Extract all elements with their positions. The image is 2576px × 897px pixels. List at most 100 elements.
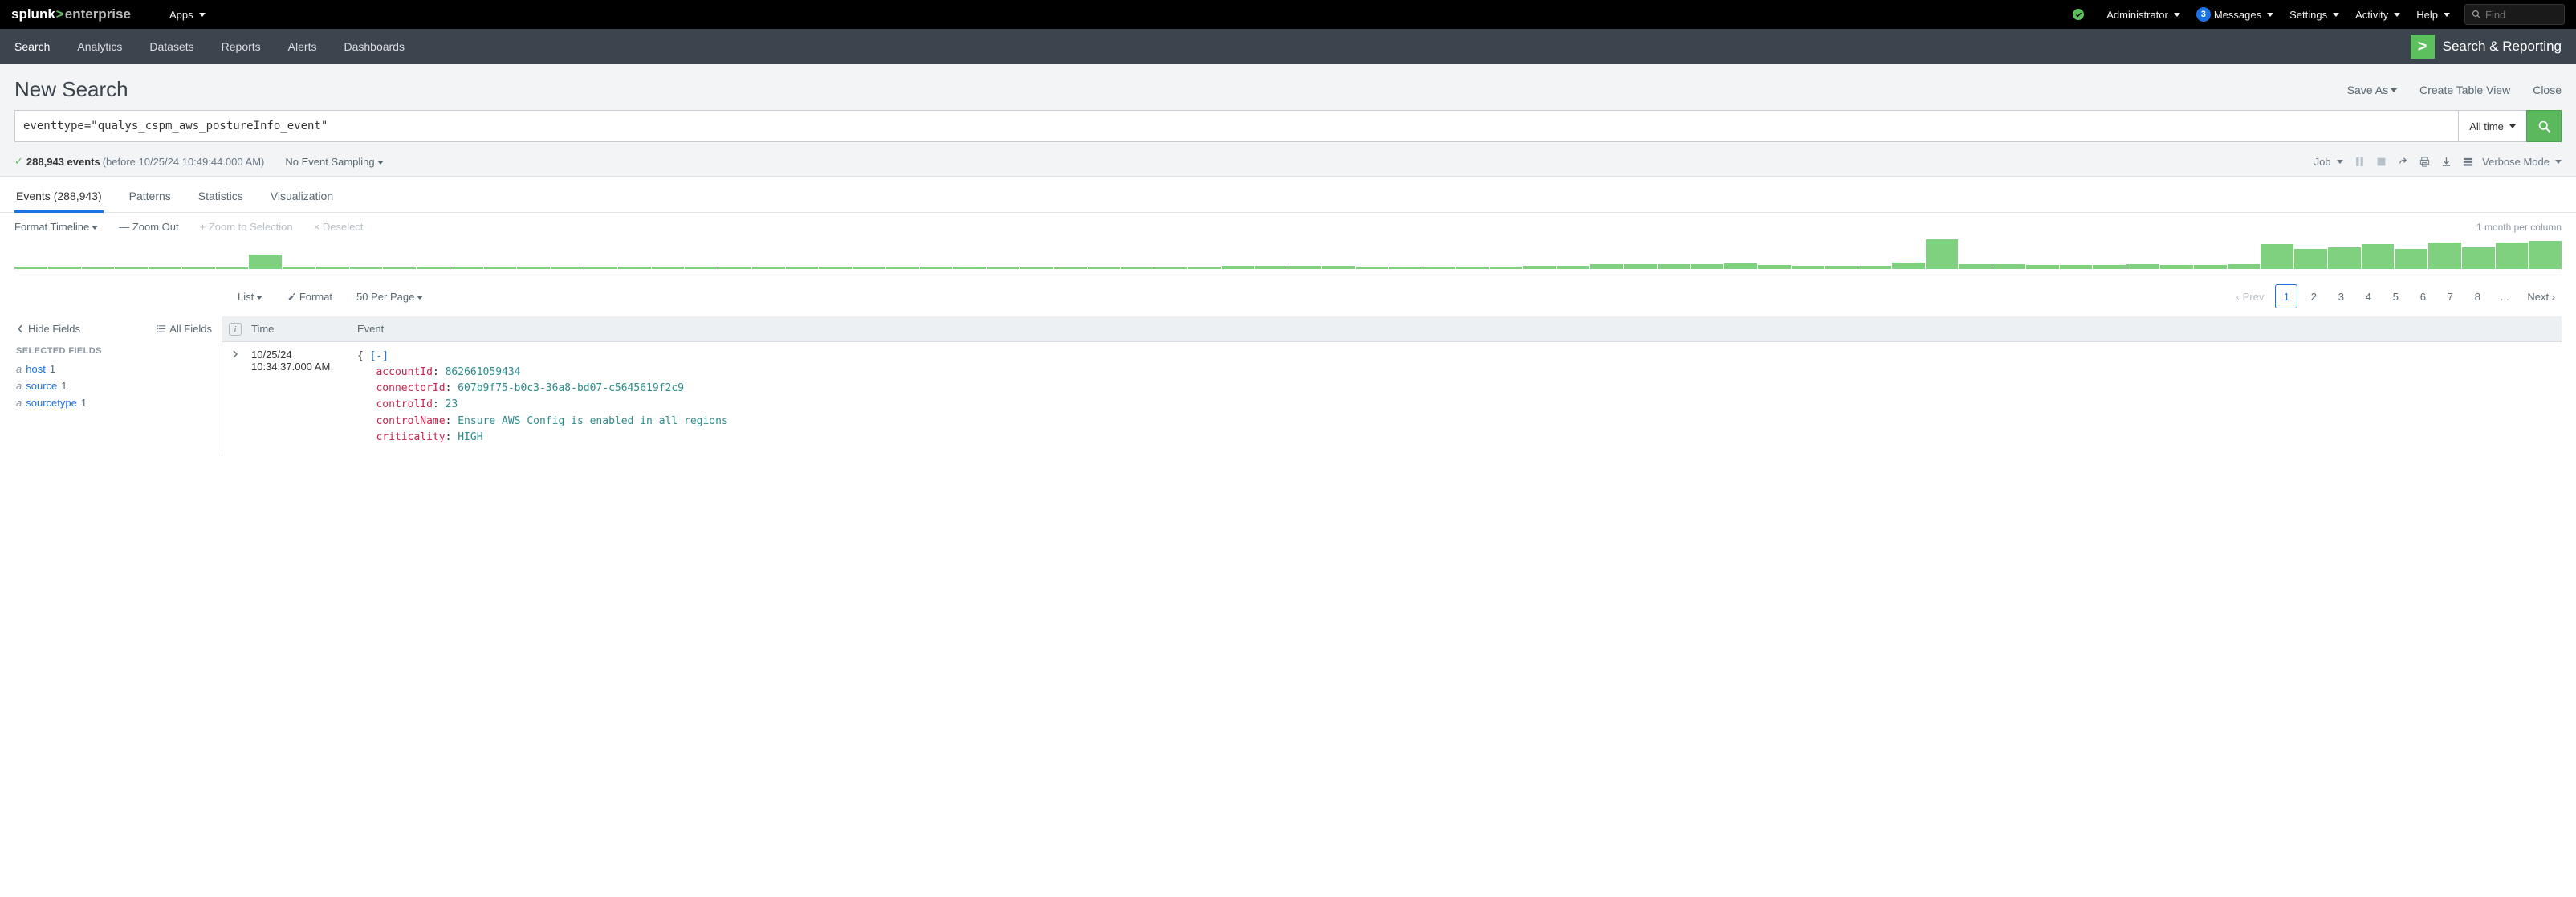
timeline-bar[interactable] (216, 267, 249, 269)
timeline-bar[interactable] (2328, 247, 2361, 269)
timeline-bar[interactable] (1255, 266, 1288, 269)
timeline-bar[interactable] (2428, 243, 2461, 269)
search-mode-menu[interactable]: Verbose Mode (2463, 156, 2562, 168)
timeline-bar[interactable] (1020, 267, 1053, 269)
timeline-bar[interactable] (48, 267, 81, 269)
format-events-button[interactable]: Format (287, 291, 332, 303)
search-query-input[interactable] (14, 110, 2458, 142)
job-menu[interactable]: Job (2314, 156, 2343, 168)
timeline-bar[interactable] (1356, 267, 1389, 269)
timeline-bar[interactable] (1758, 265, 1791, 269)
timeline-bar[interactable] (1992, 264, 2025, 269)
page-button[interactable]: 8 (2466, 284, 2489, 308)
create-table-view[interactable]: Create Table View (2419, 84, 2510, 96)
timeline-bar[interactable] (819, 267, 852, 269)
settings-menu[interactable]: Settings (2289, 9, 2339, 21)
nav-dashboards[interactable]: Dashboards (344, 40, 405, 53)
timeline-bar[interactable] (14, 267, 47, 269)
timeline-bar[interactable] (1222, 266, 1255, 269)
activity-menu[interactable]: Activity (2355, 9, 2400, 21)
timeline-bar[interactable] (115, 267, 148, 269)
timeline-bar[interactable] (2462, 247, 2495, 269)
timeline-bar[interactable] (2026, 265, 2059, 269)
global-find[interactable] (2464, 4, 2565, 25)
save-as-menu[interactable]: Save As (2347, 84, 2397, 96)
timeline-bar[interactable] (283, 267, 315, 269)
timeline-bar[interactable] (953, 267, 986, 269)
page-button[interactable]: 7 (2439, 284, 2461, 308)
event-timeline-chart[interactable] (14, 238, 2562, 271)
timeline-bar[interactable] (886, 267, 919, 269)
timeline-bar[interactable] (1892, 263, 1925, 269)
page-button[interactable]: 3 (2330, 284, 2352, 308)
timeline-bar[interactable] (1691, 264, 1723, 269)
timeline-bar[interactable] (1658, 264, 1691, 269)
timeline-bar[interactable] (484, 267, 517, 269)
timeline-bar[interactable] (2228, 264, 2261, 269)
expand-event-toggle[interactable] (222, 349, 248, 446)
nav-analytics[interactable]: Analytics (77, 40, 122, 53)
page-button[interactable]: 5 (2384, 284, 2407, 308)
tab-patterns[interactable]: Patterns (128, 185, 173, 212)
export-icon[interactable] (2441, 157, 2452, 167)
timeline-bar[interactable] (1154, 267, 1187, 269)
timeline-bar[interactable] (249, 255, 282, 269)
timeline-bar[interactable] (149, 267, 181, 269)
timeline-bar[interactable] (652, 267, 685, 269)
close-search[interactable]: Close (2533, 84, 2562, 96)
tab-visualization[interactable]: Visualization (269, 185, 335, 212)
timeline-bar[interactable] (2261, 244, 2293, 269)
help-menu[interactable]: Help (2416, 9, 2450, 21)
nav-reports[interactable]: Reports (222, 40, 261, 53)
timeline-bar[interactable] (2294, 249, 2327, 269)
timeline-bar[interactable] (1322, 266, 1355, 269)
timeline-bar[interactable] (350, 267, 383, 269)
field-row[interactable]: ahost1 (16, 361, 212, 377)
timeline-bar[interactable] (2160, 265, 2193, 269)
timeline-bar[interactable] (517, 267, 550, 269)
timeline-bar[interactable] (1959, 264, 1992, 269)
info-icon[interactable]: i (229, 323, 242, 336)
timeline-bar[interactable] (2093, 265, 2126, 269)
timeline-bar[interactable] (1825, 266, 1858, 269)
health-status-icon[interactable] (2073, 9, 2084, 20)
timeline-bar[interactable] (383, 267, 416, 269)
timeline-bar[interactable] (1422, 267, 1455, 269)
search-submit-button[interactable] (2526, 110, 2562, 142)
timeline-bar[interactable] (584, 267, 617, 269)
apps-menu[interactable]: Apps (169, 9, 206, 21)
field-name[interactable]: host (26, 363, 46, 375)
field-row[interactable]: asourcetype1 (16, 394, 212, 411)
timeline-bar[interactable] (1389, 267, 1422, 269)
timeline-bar[interactable] (987, 267, 1019, 269)
timeline-bar[interactable] (2060, 265, 2093, 269)
page-button[interactable]: 6 (2411, 284, 2434, 308)
timeline-bar[interactable] (82, 267, 115, 269)
page-button[interactable]: 2 (2302, 284, 2325, 308)
timeline-bar[interactable] (685, 267, 718, 269)
timeline-bar[interactable] (2496, 243, 2529, 269)
timeline-bar[interactable] (752, 267, 785, 269)
timeline-bar[interactable] (551, 267, 584, 269)
timeline-bar[interactable] (182, 267, 215, 269)
timeline-bar[interactable] (2194, 265, 2227, 269)
timeline-bar[interactable] (1858, 266, 1891, 269)
timeline-bar[interactable] (1490, 267, 1523, 269)
timeline-bar[interactable] (1557, 266, 1589, 269)
hide-fields-button[interactable]: Hide Fields (16, 323, 80, 335)
timeline-bar[interactable] (853, 267, 885, 269)
tab-statistics[interactable]: Statistics (197, 185, 245, 212)
timeline-bar[interactable] (1590, 264, 1623, 269)
nav-search[interactable]: Search (14, 40, 50, 53)
event-sampling-menu[interactable]: No Event Sampling (285, 156, 383, 168)
all-fields-button[interactable]: All Fields (157, 323, 212, 335)
timeline-bar[interactable] (718, 267, 751, 269)
timeline-bar[interactable] (450, 267, 483, 269)
timeline-bar[interactable] (1188, 267, 1221, 269)
timeline-bar[interactable] (920, 267, 953, 269)
timeline-bar[interactable] (316, 267, 349, 269)
page-button[interactable]: ... (2493, 284, 2516, 308)
timeline-bar[interactable] (1456, 267, 1489, 269)
user-menu[interactable]: Administrator (2106, 9, 2180, 21)
nav-datasets[interactable]: Datasets (149, 40, 193, 53)
